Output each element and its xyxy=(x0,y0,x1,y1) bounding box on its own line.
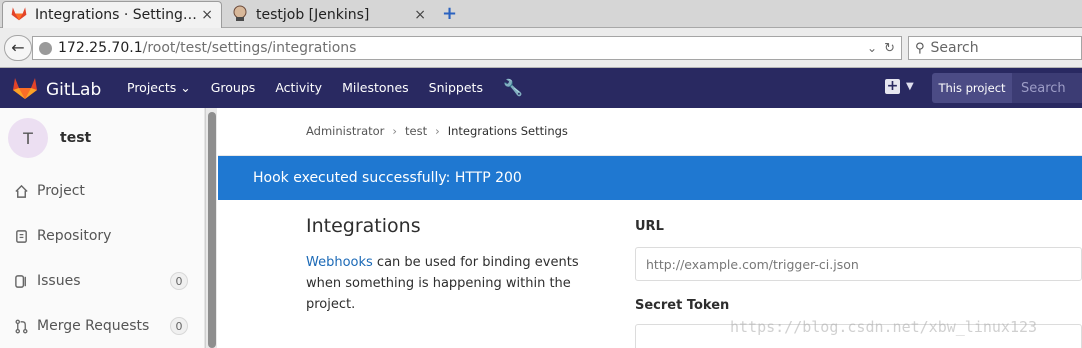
nav-snippets[interactable]: Snippets xyxy=(429,80,483,95)
issues-count-badge: 0 xyxy=(170,272,188,290)
nav-activity[interactable]: Activity xyxy=(275,80,322,95)
sidebar-item-repository[interactable]: Repository xyxy=(0,221,205,251)
sidebar-item-issues[interactable]: Issues 0 xyxy=(0,266,205,296)
repository-icon xyxy=(13,228,29,244)
page-title: Integrations xyxy=(306,215,421,237)
secret-token-label: Secret Token xyxy=(635,298,730,313)
flash-notice: Hook executed successfully: HTTP 200 xyxy=(218,156,1082,200)
search-icon: ⚲ xyxy=(915,40,925,56)
sidebar-scrollbar[interactable] xyxy=(205,108,217,348)
reload-icon[interactable]: ↻ xyxy=(884,41,895,56)
avatar: T xyxy=(8,118,48,158)
tab-title: testjob [Jenkins] xyxy=(256,6,370,23)
gitlab-home-link[interactable]: GitLab xyxy=(12,76,101,104)
close-tab-icon[interactable]: × xyxy=(414,7,426,23)
header-search-input[interactable]: Search xyxy=(1012,73,1082,103)
address-bar[interactable]: 172.25.70.1/root/test/settings/integrati… xyxy=(32,36,902,60)
home-icon xyxy=(13,183,29,199)
url-field[interactable]: http://example.com/trigger-ci.json xyxy=(635,247,1082,281)
gitlab-favicon-icon xyxy=(11,6,27,25)
nav-projects[interactable]: Projects ⌄ xyxy=(127,80,191,95)
globe-icon xyxy=(39,41,52,55)
chevron-down-icon[interactable]: ⌄ xyxy=(867,41,877,55)
url-label: URL xyxy=(635,219,664,234)
browser-nav-bar: ← 172.25.70.1/root/test/settings/integra… xyxy=(0,28,1082,68)
url-placeholder: http://example.com/trigger-ci.json xyxy=(646,256,859,272)
issues-icon xyxy=(13,273,29,289)
chevron-down-icon: ▼ xyxy=(906,81,914,92)
tab-title: Integrations · Setting… xyxy=(35,7,197,23)
gitlab-logo-icon xyxy=(12,76,38,104)
browser-search-placeholder: Search xyxy=(930,40,979,56)
breadcrumb: Administrator › test › Integrations Sett… xyxy=(306,124,568,138)
search-scope-label[interactable]: This project xyxy=(932,73,1012,103)
breadcrumb-separator: › xyxy=(392,124,398,138)
sidebar-item-label: Issues xyxy=(37,273,81,289)
nav-groups[interactable]: Groups xyxy=(211,80,256,95)
merge-request-icon xyxy=(13,318,29,334)
project-name: test xyxy=(60,130,92,146)
main-nav: Projects ⌄ Groups Activity Milestones Sn… xyxy=(127,80,503,95)
sidebar-item-label: Project xyxy=(37,183,85,199)
sidebar-item-project[interactable]: Project xyxy=(0,176,205,206)
webhooks-link[interactable]: Webhooks xyxy=(306,255,373,270)
sidebar-item-merge-requests[interactable]: Merge Requests 0 xyxy=(0,311,205,341)
tab-jenkins[interactable]: testjob [Jenkins] × xyxy=(224,1,434,28)
nav-milestones[interactable]: Milestones xyxy=(342,80,409,95)
url-host: 172.25.70.1 xyxy=(58,40,143,56)
new-tab-button[interactable]: + xyxy=(442,3,457,24)
project-header[interactable]: T test xyxy=(8,118,91,158)
breadcrumb-separator: › xyxy=(435,124,440,138)
url-path: /root/test/settings/integrations xyxy=(142,40,357,56)
project-sidebar: T test Project Repository Issues 0 Merge… xyxy=(0,108,205,348)
browser-search-input[interactable]: ⚲ Search xyxy=(908,36,1082,60)
merge-requests-count-badge: 0 xyxy=(170,317,188,335)
header-search: This project Search xyxy=(932,73,1082,103)
gitlab-brand: GitLab xyxy=(46,80,102,100)
sidebar-item-label: Merge Requests xyxy=(37,318,150,334)
back-button[interactable]: ← xyxy=(4,35,32,61)
watermark: https://blog.csdn.net/xbw_linux123 xyxy=(730,318,1038,336)
gitlab-header: GitLab Projects ⌄ Groups Activity Milest… xyxy=(0,68,1082,108)
browser-tab-bar: Integrations · Setting… × testjob [Jenki… xyxy=(0,0,1082,28)
new-item-dropdown[interactable]: + ▼ xyxy=(885,79,914,94)
tab-integrations[interactable]: Integrations · Setting… × xyxy=(2,1,222,28)
plus-icon: + xyxy=(885,78,900,94)
admin-wrench-icon[interactable]: 🔧 xyxy=(503,78,523,97)
breadcrumb-current[interactable]: Integrations Settings xyxy=(448,124,568,138)
close-tab-icon[interactable]: × xyxy=(201,7,213,23)
breadcrumb-administrator[interactable]: Administrator xyxy=(306,124,384,138)
jenkins-favicon-icon xyxy=(232,5,248,25)
scrollbar-thumb[interactable] xyxy=(208,112,216,348)
section-description: Webhooks can be used for binding events … xyxy=(306,252,586,315)
sidebar-item-label: Repository xyxy=(37,228,112,244)
breadcrumb-test[interactable]: test xyxy=(405,124,427,138)
flash-message: Hook executed successfully: HTTP 200 xyxy=(253,170,522,186)
